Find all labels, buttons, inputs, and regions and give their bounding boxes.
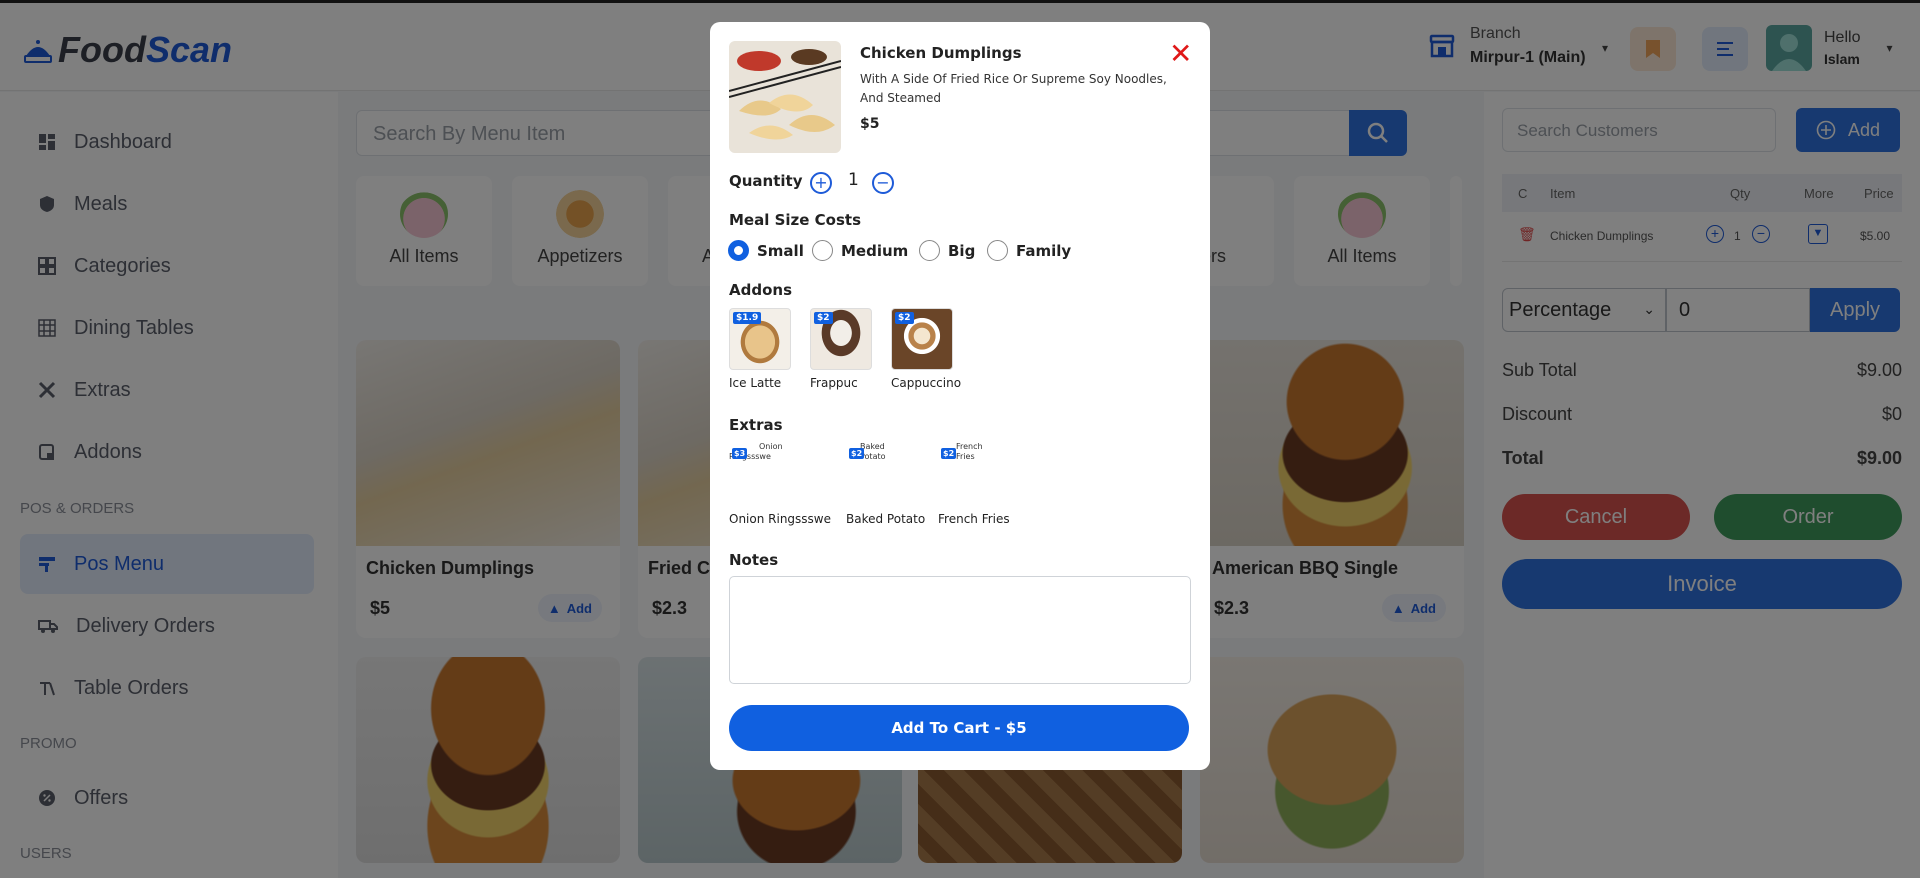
- add-to-cart-button[interactable]: Add To Cart - $5: [729, 705, 1189, 751]
- extra-image-broken: French Fries $2: [938, 442, 1008, 476]
- extra-item[interactable]: Baked Potato $2: [846, 442, 916, 476]
- extra-name: Onion Ringssswe: [729, 512, 831, 526]
- extra-name: French Fries: [938, 512, 1010, 526]
- addon-price-badge: $2: [895, 312, 914, 324]
- extra-image-broken: Baked Potato $2: [846, 442, 916, 476]
- size-label: Medium: [841, 241, 909, 260]
- close-icon[interactable]: ✕: [1169, 40, 1192, 68]
- meal-size-label: Meal Size Costs: [729, 211, 861, 229]
- extra-item[interactable]: Onion Ringssswe $3: [729, 442, 799, 476]
- addon-image: $1.9: [729, 308, 791, 370]
- radio-selected-icon: [728, 240, 749, 261]
- qty-decrease-button[interactable]: −: [872, 172, 894, 194]
- quantity-value: 1: [848, 170, 859, 190]
- extras-label: Extras: [729, 416, 783, 434]
- size-option-medium[interactable]: Medium: [812, 240, 908, 261]
- addon-image: $2: [810, 308, 872, 370]
- quantity-label: Quantity: [729, 172, 803, 190]
- addon-price-badge: $1.9: [733, 312, 762, 324]
- size-option-big[interactable]: Big: [919, 240, 975, 261]
- size-label: Big: [948, 241, 976, 260]
- addon-image: $2: [891, 308, 953, 370]
- size-label: Small: [757, 241, 804, 260]
- extra-item[interactable]: French Fries $2: [938, 442, 1008, 476]
- item-description: With A Side Of Fried Rice Or Supreme Soy…: [860, 72, 1167, 105]
- extra-price-badge: $2: [941, 448, 957, 459]
- item-detail-modal: Chicken Dumplings With A Side Of Fried R…: [710, 22, 1210, 770]
- addon-price-badge: $2: [814, 312, 833, 324]
- addon-item[interactable]: $1.9 Ice Latte: [729, 308, 791, 390]
- item-image: [729, 41, 841, 153]
- extra-image-alt: Baked Potato: [860, 442, 886, 461]
- radio-icon: [812, 240, 833, 261]
- item-title: Chicken Dumplings: [860, 44, 1022, 62]
- item-price: $5: [860, 116, 880, 132]
- addon-name: Frappuc: [810, 376, 858, 390]
- radio-icon: [919, 240, 940, 261]
- extra-price-badge: $3: [732, 448, 748, 459]
- size-option-small[interactable]: Small: [728, 240, 804, 261]
- extra-price-badge: $2: [849, 448, 865, 459]
- addon-name: Ice Latte: [729, 376, 782, 390]
- addon-item[interactable]: $2 Cappuccino: [891, 308, 961, 390]
- extra-name: Baked Potato: [846, 512, 926, 526]
- extra-image-alt: French Fries: [956, 442, 983, 461]
- extra-image-broken: Onion Ringssswe $3: [729, 442, 799, 476]
- radio-icon: [987, 240, 1008, 261]
- notes-label: Notes: [729, 551, 779, 569]
- notes-textarea[interactable]: [729, 576, 1191, 684]
- addon-item[interactable]: $2 Frappuc: [810, 308, 872, 390]
- size-label: Family: [1016, 241, 1072, 260]
- addon-name: Cappuccino: [891, 376, 962, 390]
- size-option-family[interactable]: Family: [987, 240, 1071, 261]
- qty-increase-button[interactable]: +: [810, 172, 832, 194]
- addons-label: Addons: [729, 281, 792, 299]
